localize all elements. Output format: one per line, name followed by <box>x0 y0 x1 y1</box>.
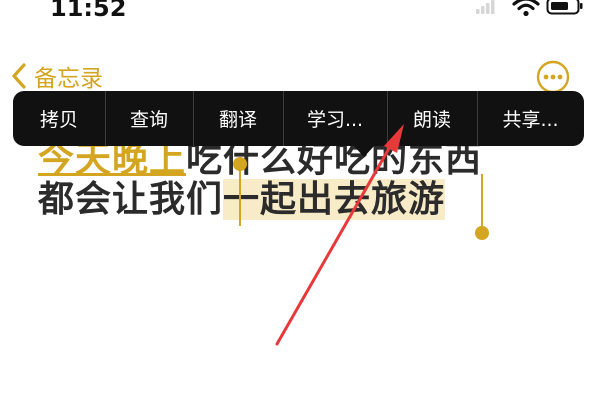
annotation-arrow-icon <box>275 124 404 346</box>
